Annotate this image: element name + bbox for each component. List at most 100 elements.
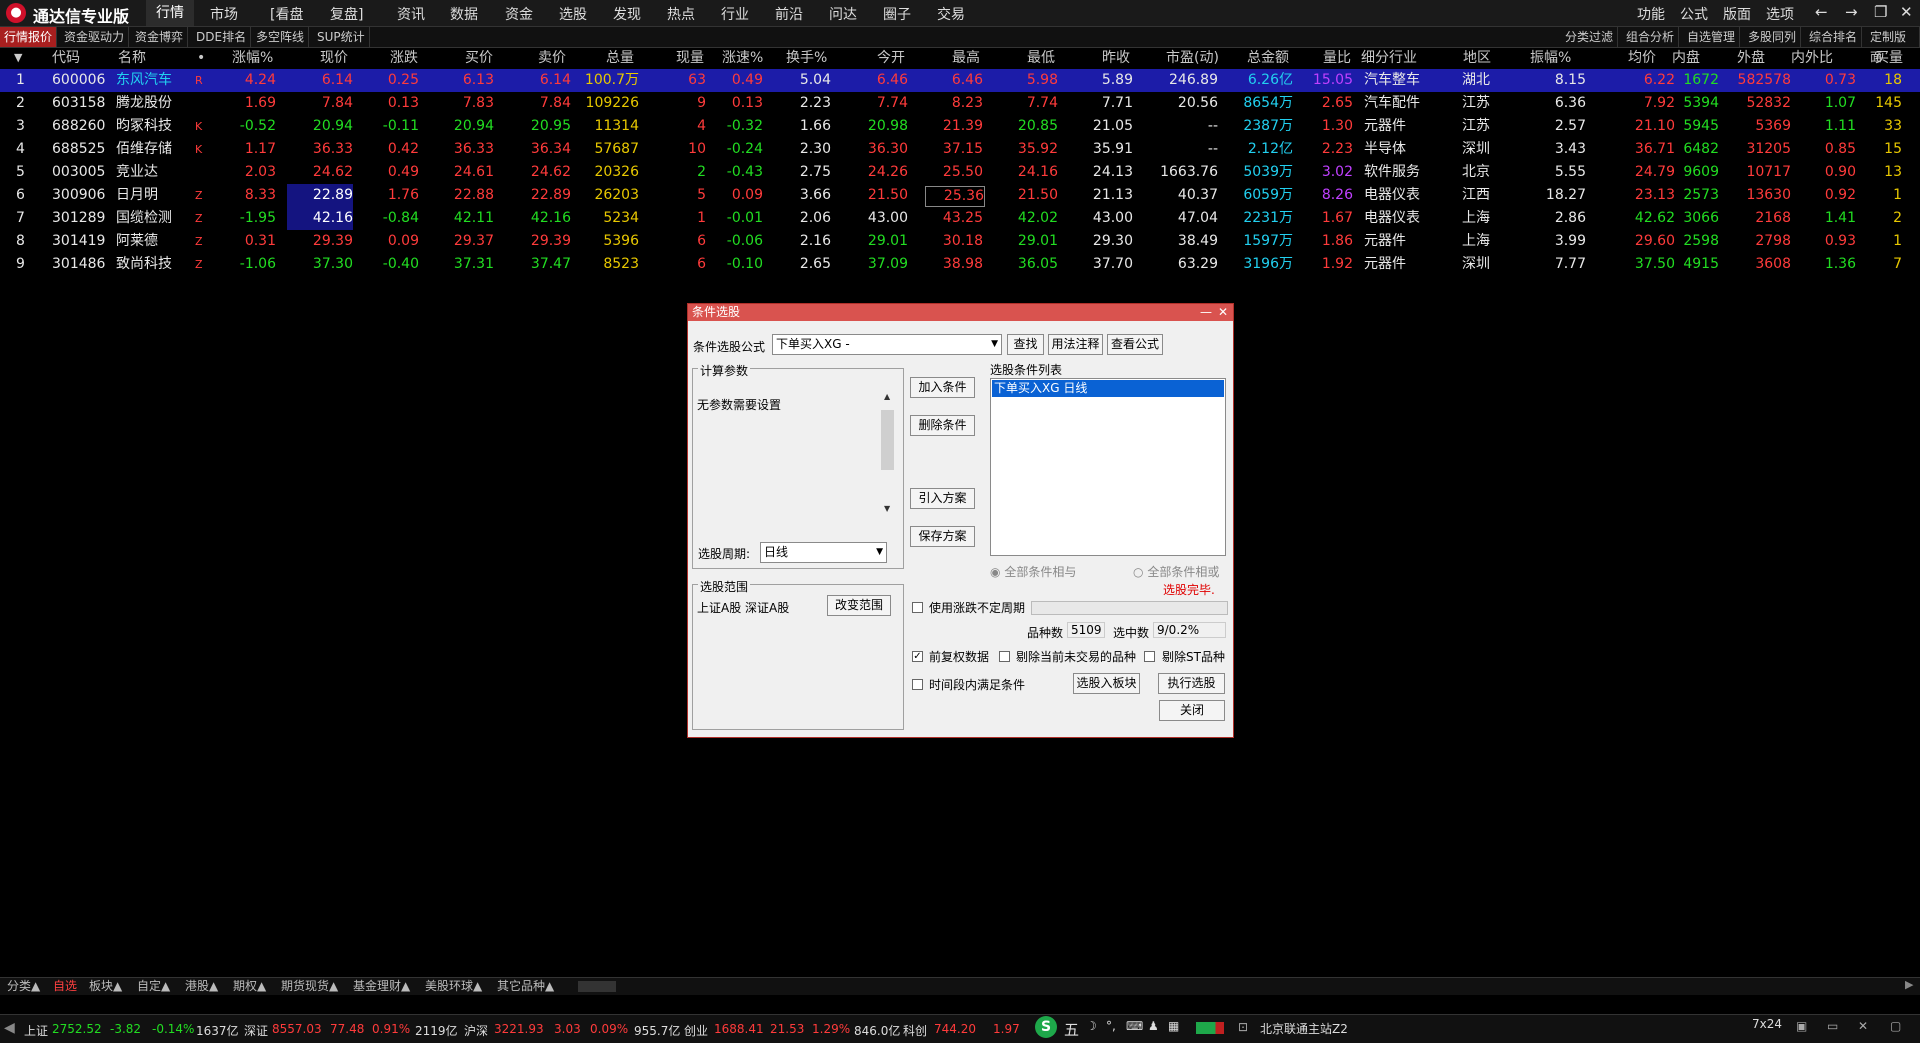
radio-and[interactable]: ◉ 全部条件相与 [990,563,1076,580]
formula-select[interactable]: 下单买入XG - ▼ [772,334,1002,355]
moon-icon[interactable]: ☽ [1086,1019,1097,1033]
tab-quote[interactable]: 行情报价 [0,27,58,47]
chevron-down-icon[interactable]: ▼ [991,335,998,354]
radio-icon[interactable]: ○ [1133,565,1143,579]
menu-layout[interactable]: 版面 [1723,4,1751,24]
horizontal-scrollbar[interactable] [578,981,616,992]
column-header[interactable]: 总量 [606,48,634,68]
chevron-down-icon[interactable]: ▼ [876,543,883,562]
table-row[interactable]: 9 301486 致尚科技 Z -1.06 37.30 -0.40 37.31 37.47 852… [0,253,1920,276]
grid-icon[interactable]: ▦ [1168,1019,1179,1033]
menu-news[interactable]: 资讯 [397,4,425,24]
restore-icon[interactable]: ❐ [1874,3,1887,21]
period-select[interactable]: 日线 ▼ [760,542,887,563]
column-header[interactable]: 代码 [52,48,80,68]
clock-label[interactable]: 7x24 [1752,1017,1782,1031]
condition-list[interactable]: 下单买入XG 日线 [990,378,1226,556]
fq-checkbox[interactable]: ✓ [912,651,923,662]
btab-custom[interactable]: 自定▲ [134,978,173,995]
menu-data[interactable]: 数据 [450,4,478,24]
change-scope-button[interactable]: 改变范围 [827,595,891,616]
table-row[interactable]: 1 600006 东风汽车 R 4.24 6.14 0.25 6.13 6.14 100.7万 63… [0,69,1920,92]
column-header[interactable]: 市盈(动) [1166,48,1219,68]
tab-fund-game[interactable]: 资金博弈 [131,27,189,47]
menu-fupan[interactable]: 复盘] [330,4,363,24]
server-name[interactable]: 北京联通主站Z2 [1260,1020,1348,1037]
column-header[interactable]: 涨幅% [232,48,273,68]
tab-combo[interactable]: 组合分析 [1622,27,1680,47]
tab-filter[interactable]: 分类过滤 [1561,27,1619,47]
menu-circle[interactable]: 圈子 [883,4,911,24]
usage-button[interactable]: 用法注释 [1048,334,1103,355]
table-row[interactable]: 2 603158 腾龙股份 1.69 7.84 0.13 7.83 7.84 109226 9 0.… [0,92,1920,115]
window-icon[interactable]: ▢ [1890,1019,1901,1033]
column-header[interactable]: 地区 [1463,48,1491,68]
btab-futures[interactable]: 期货现货▲ [278,978,341,995]
scroll-thumb[interactable] [881,410,894,470]
menu-hot[interactable]: 热点 [667,4,695,24]
menu-market[interactable]: 市场 [210,4,238,24]
tab-watch[interactable]: 自选管理 [1683,27,1741,47]
table-row[interactable]: 8 301419 阿莱德 Z 0.31 29.39 0.09 29.37 29.39 5396 6 -… [0,230,1920,253]
tab-sup[interactable]: SUP统计 [313,27,370,47]
btab-funds[interactable]: 基金理财▲ [350,978,413,995]
column-header[interactable]: • [197,48,205,68]
table-row[interactable]: 7 301289 国缆检测 Z -1.95 42.16 -0.84 42.11 42.16 523… [0,207,1920,230]
menu-kanpan[interactable]: [看盘 [270,4,303,24]
menu-fund[interactable]: 资金 [505,4,533,24]
chat-icon[interactable]: ▭ [1827,1019,1838,1033]
user-icon[interactable]: ♟ [1148,1019,1159,1033]
mute-icon[interactable]: ✕ [1858,1019,1868,1033]
forward-icon[interactable]: → [1845,3,1858,21]
column-header[interactable]: 细分行业 [1361,48,1417,68]
column-header[interactable]: 总金额 [1247,48,1289,68]
menu-ask[interactable]: 问达 [829,4,857,24]
radio-or[interactable]: ○ 全部条件相或 [1133,563,1219,580]
scroll-up-icon[interactable]: ▲ [884,392,890,401]
tab-multi[interactable]: 多股同列 [1744,27,1802,47]
save-plan-button[interactable]: 保存方案 [910,526,975,547]
scroll-right-icon[interactable]: ▶ [1905,978,1913,991]
close-icon[interactable]: ✕ [1900,3,1913,21]
menu-formula[interactable]: 公式 [1680,4,1708,24]
column-header[interactable]: 买价 [465,48,493,68]
view-formula-button[interactable]: 查看公式 [1107,334,1163,355]
execute-button[interactable]: 执行选股 [1158,673,1225,694]
minimize-icon[interactable]: — [1200,304,1212,321]
time-checkbox[interactable] [912,679,923,690]
find-button[interactable]: 查找 [1007,334,1044,355]
column-header[interactable]: 昨收 [1102,48,1130,68]
btab-block[interactable]: 板块▲ [86,978,125,995]
table-row[interactable]: 6 300906 日月明 Z 8.33 22.89 1.76 22.88 22.89 26203 5… [0,184,1920,207]
back-icon[interactable]: ← [1815,3,1828,21]
menu-func[interactable]: 功能 [1637,4,1665,24]
tab-longshort[interactable]: 多空阵线 [252,27,310,47]
collapse-icon[interactable]: ◀ [4,1020,15,1036]
close-button[interactable]: 关闭 [1159,700,1225,721]
column-header[interactable]: 卖价 [538,48,566,68]
tab-dde[interactable]: DDE排名 [192,27,252,47]
column-header[interactable]: 买量 [1875,48,1903,68]
column-header[interactable]: 现量 [676,48,704,68]
tab-custom[interactable]: 定制版面 [1866,27,1920,64]
column-header[interactable]: 内外比 [1791,48,1833,68]
sort-arrow-icon[interactable]: ▼ [14,48,22,68]
scroll-down-icon[interactable]: ▼ [884,504,890,513]
btab-us[interactable]: 美股环球▲ [422,978,485,995]
column-header[interactable]: 最低 [1027,48,1055,68]
to-block-button[interactable]: 选股入板块 [1073,673,1140,694]
keyboard-icon[interactable]: ⌨ [1126,1019,1143,1033]
btab-option[interactable]: 期权▲ [230,978,269,995]
column-header[interactable]: 今开 [877,48,905,68]
menu-industry[interactable]: 行业 [721,4,749,24]
btab-other[interactable]: 其它品种▲ [494,978,557,995]
table-row[interactable]: 3 688260 昀冢科技 K -0.52 20.94 -0.11 20.94 20.95 113… [0,115,1920,138]
column-header[interactable]: 均价 [1628,48,1656,68]
menu-select[interactable]: 选股 [559,4,587,24]
notrade-checkbox[interactable] [999,651,1010,662]
tab-rank[interactable]: 综合排名 [1805,27,1863,47]
params-scrollbar[interactable]: ▲ ▼ [880,392,895,518]
menu-options[interactable]: 选项 [1766,4,1794,24]
btab-category[interactable]: 分类▲ [4,978,43,995]
column-header[interactable]: 内盘 [1672,48,1700,68]
